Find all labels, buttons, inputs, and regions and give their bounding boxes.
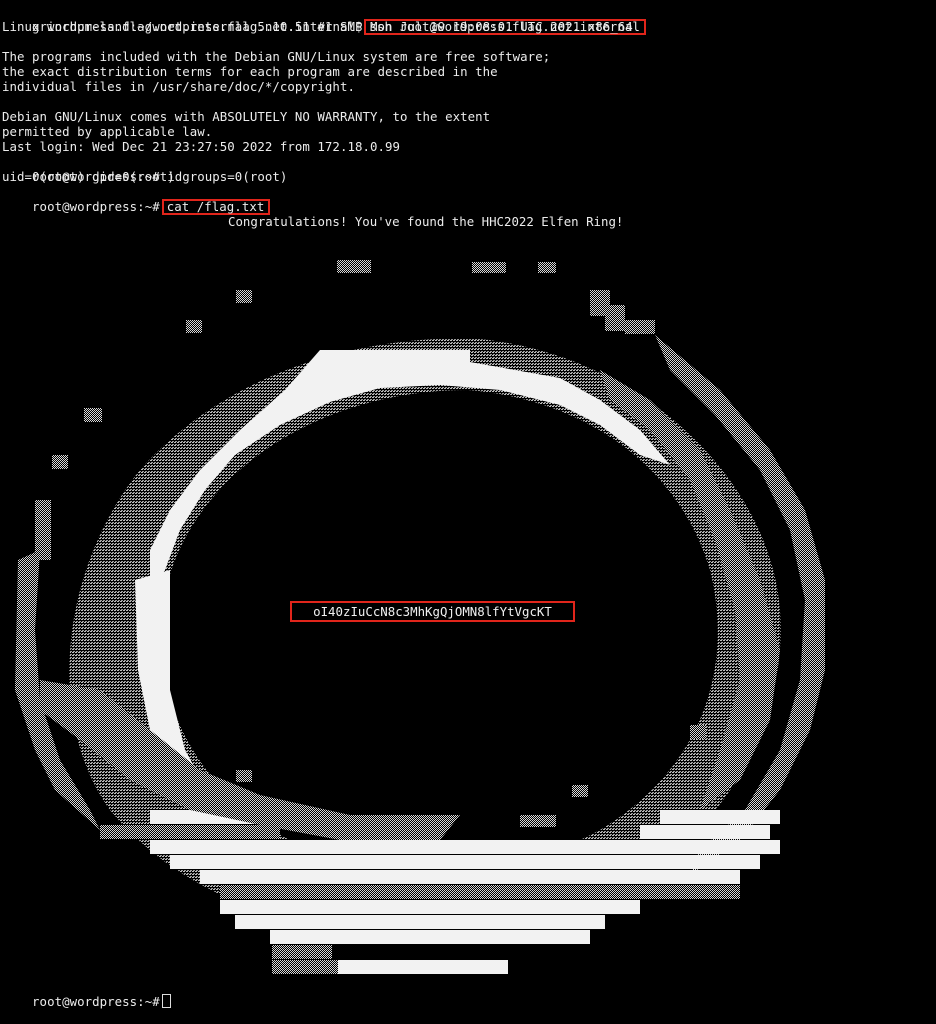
motd-line-1: The programs included with the Debian GN… (2, 49, 551, 64)
text-cursor (161, 994, 171, 1008)
cat-command-highlight: cat /flag.txt (161, 199, 271, 215)
cat-command-line: root@wordpress:~# cat /flag.txt (2, 184, 271, 215)
motd-line-2: the exact distribution terms for each pr… (2, 64, 498, 79)
last-login-line: Last login: Wed Dec 21 23:27:50 2022 fro… (2, 139, 401, 154)
motd-line-4: Debian GNU/Linux comes with ABSOLUTELY N… (2, 109, 491, 124)
final-prompt-line[interactable]: root@wordpress:~# (2, 979, 171, 1009)
congrats-message: Congratulations! You've found the HHC202… (228, 214, 624, 229)
flag-value-highlight: oI40zIuCcN8c3MhKgQjOMN8lfYtVgcKT (290, 601, 575, 622)
id-command-line: root@wordpress:~# id (2, 154, 182, 184)
uname-output: Linux wordpress.flag.net.internal 5.10.5… (2, 19, 633, 34)
terminal-window[interactable]: grinchum-land:~/wordpress.flag.net.inter… (0, 0, 936, 1009)
motd-line-5: permitted by applicable law. (2, 124, 213, 139)
id-output: uid=0(root) gid=0(root) groups=0(root) (2, 169, 288, 184)
final-prompt: root@wordpress:~# (32, 994, 160, 1009)
remote-prompt: root@wordpress:~# (32, 199, 160, 214)
motd-line-3: individual files in /usr/share/doc/*/cop… (2, 79, 355, 94)
ssh-command-line: grinchum-land:~/wordpress.flag.net.inter… (2, 4, 646, 35)
